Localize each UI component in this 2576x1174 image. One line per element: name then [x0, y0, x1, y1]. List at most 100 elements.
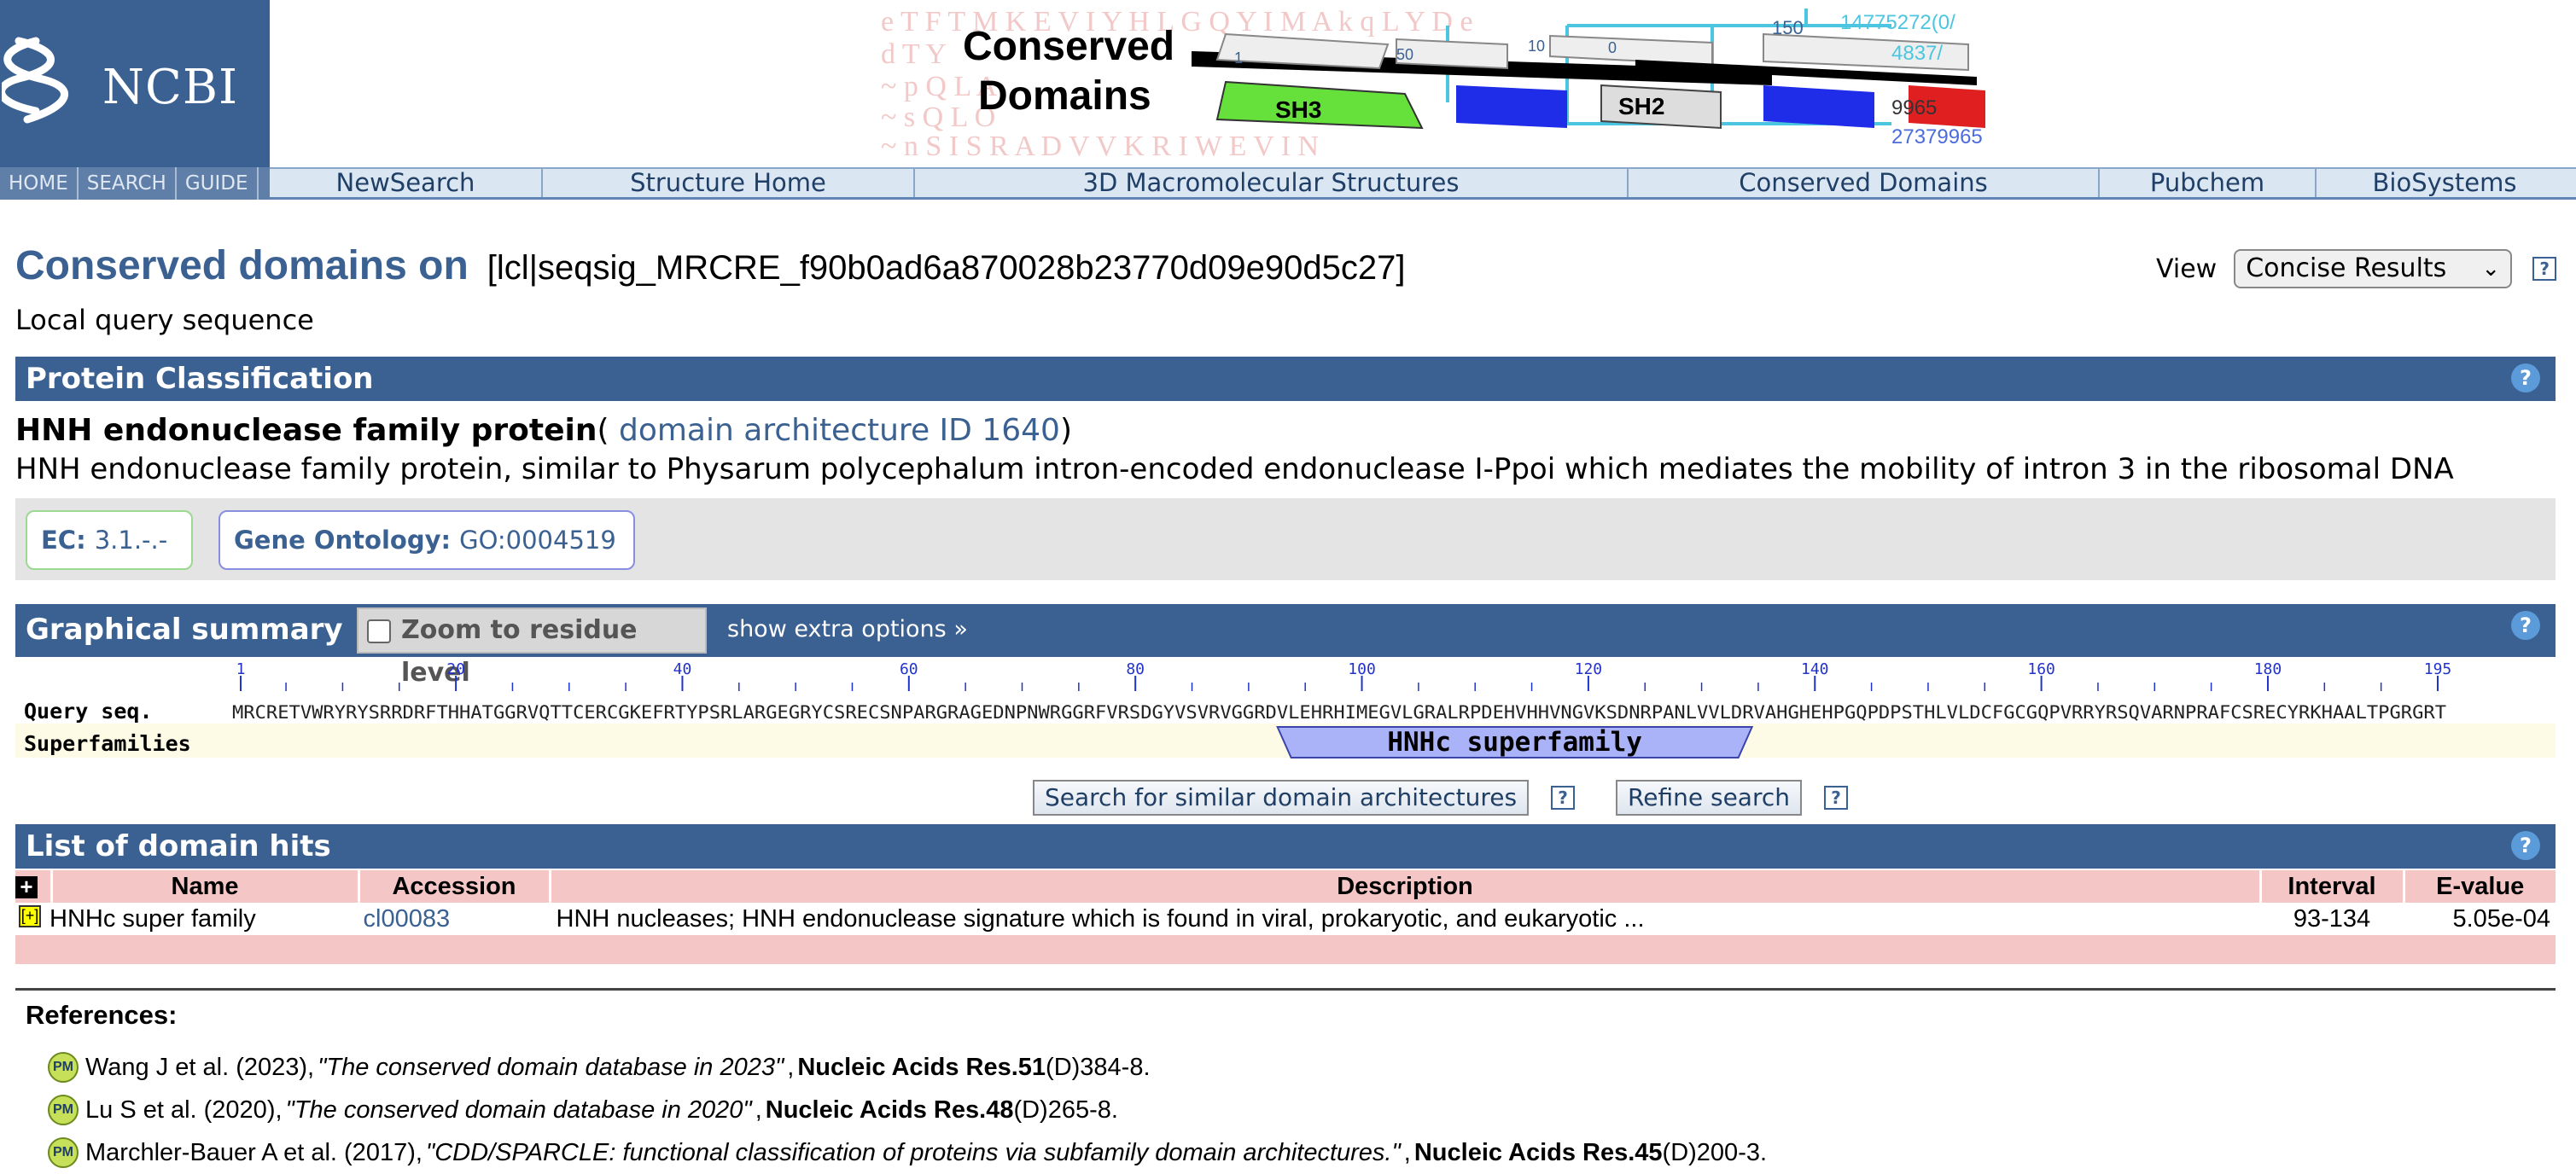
go-value: GO:0004519	[459, 526, 616, 555]
banner-ruler-50: 50	[1396, 46, 1413, 63]
ruler-tick-label: 180	[2254, 660, 2282, 678]
col-name[interactable]: Name	[50, 870, 358, 903]
view-help-icon[interactable]: ?	[2532, 257, 2557, 281]
protein-name: HNH endonuclease family protein	[15, 413, 597, 448]
ncbi-logo[interactable]: NCBI	[0, 0, 270, 167]
sh2-label: SH2	[1618, 93, 1664, 119]
nav-biosystems[interactable]: BioSystems	[2317, 169, 2573, 197]
col-description[interactable]: Description	[548, 870, 2260, 903]
ec-tag[interactable]: EC: 3.1.-.-	[26, 510, 193, 570]
banner-id-4: 27379965	[1891, 125, 1983, 148]
pubmed-icon[interactable]: PM	[48, 1052, 79, 1083]
ref-title: "CDD/SPARCLE: functional classification …	[425, 1139, 1401, 1166]
classification-tags: EC: 3.1.-.- Gene Ontology: GO:0004519	[15, 498, 2556, 580]
home-link[interactable]: HOME	[0, 167, 79, 200]
banner-title-1: Conserved	[963, 24, 1174, 69]
col-evalue[interactable]: E-value	[2402, 870, 2556, 903]
ref-pages: (D)200-3.	[1662, 1139, 1768, 1166]
expand-all-cell: +	[15, 870, 51, 903]
banner-seq-line-4: ~ n S I S R A D V V K R I W E V I N	[881, 131, 1319, 162]
banner-id-1: 14775272(0/	[1840, 11, 1955, 34]
conserved-domains-banner: e T F T M K E V I Y H L G Q Y I M A k q …	[270, 0, 2576, 167]
help-icon[interactable]: ?	[2511, 363, 2540, 392]
banner-ruler-1: 1	[1234, 49, 1243, 67]
hit-interval: 93-134	[2258, 903, 2404, 935]
pubmed-icon[interactable]: PM	[48, 1095, 79, 1125]
ref-title: "The conserved domain database in 2023"	[318, 1054, 784, 1081]
ruler-tick-label: 160	[2027, 660, 2055, 678]
col-accession[interactable]: Accession	[357, 870, 550, 903]
nav-3d-structures[interactable]: 3D Macromolecular Structures	[915, 169, 1629, 197]
ruler-tick-label: 60	[900, 660, 918, 678]
query-id: [lcl|seqsig_MRCRE_f90b0ad6a870028b23770d…	[487, 249, 1406, 287]
hnhc-superfamily-domain[interactable]: HNHc superfamily	[1276, 726, 1754, 758]
search-similar-help-icon[interactable]: ?	[1551, 786, 1576, 810]
help-icon[interactable]: ?	[2511, 831, 2540, 860]
table-row: [+] HNHc super family cl00083 HNH nucleas…	[15, 903, 2556, 935]
search-similar-button[interactable]: Search for similar domain architectures	[1033, 780, 1530, 816]
ref-pages: (D)265-8.	[1013, 1096, 1118, 1124]
expand-all-icon[interactable]: +	[15, 875, 38, 898]
ruler-tick-label: 1	[236, 660, 246, 678]
ref-journal: Nucleic Acids Res.48	[765, 1096, 1014, 1124]
help-icon[interactable]: ?	[2511, 611, 2540, 640]
protein-name-line: HNH endonuclease family protein( domain …	[15, 413, 1072, 448]
show-extra-options-link[interactable]: show extra options »	[727, 616, 968, 642]
go-tag[interactable]: Gene Ontology: GO:0004519	[219, 510, 635, 570]
ruler-tick-label: 140	[1801, 660, 1829, 678]
domain-hits-table: + Name Accession Description Interval E-…	[15, 870, 2556, 964]
hit-name: HNHc super family	[50, 904, 256, 933]
logo-text: NCBI	[102, 60, 239, 115]
nav-structure-home[interactable]: Structure Home	[543, 169, 915, 197]
reference-item: PM Marchler-Bauer A et al. (2017), "CDD/…	[48, 1131, 1767, 1174]
search-link[interactable]: SEARCH	[79, 167, 177, 200]
protein-classification-header: Protein Classification ?	[15, 357, 2556, 401]
ref-journal: Nucleic Acids Res.51	[797, 1054, 1046, 1081]
expand-row-icon[interactable]: [+]	[19, 904, 41, 927]
banner-title-2: Domains	[978, 73, 1151, 119]
ruler-tick-label: 195	[2424, 660, 2452, 678]
graphical-summary-title: Graphical summary	[26, 613, 343, 647]
ref-journal: Nucleic Acids Res.45	[1413, 1139, 1663, 1166]
page-subtitle: Local query sequence	[15, 304, 314, 336]
domain-graphic: Query seq. Superfamilies 1 20 40 60 80 100 120…	[15, 660, 2556, 758]
ref-authors: Marchler-Bauer A et al. (2017),	[85, 1139, 423, 1166]
ref-authors: Lu S et al. (2020),	[85, 1096, 283, 1124]
zoom-residue-toggle[interactable]: Zoom to residue level	[357, 607, 707, 688]
ec-value: 3.1.-.-	[94, 526, 168, 555]
divider	[15, 988, 2556, 991]
hit-accession-cell: cl00083	[357, 903, 550, 935]
dna-helix-icon	[2, 37, 68, 124]
domain-label: HNHc superfamily	[1387, 727, 1642, 758]
protein-classification-title: Protein Classification	[26, 362, 374, 396]
hit-description: HNH nucleases; HNH endonuclease signatur…	[548, 903, 2260, 935]
superfamilies-label: Superfamilies	[24, 731, 191, 756]
domain-hits-header: List of domain hits ?	[15, 824, 2556, 869]
query-seq-label: Query seq.	[24, 699, 153, 724]
page-title-row: Conserved domains on [lcl|seqsig_MRCRE_f…	[15, 242, 1405, 297]
graphical-summary-header: Graphical summary Zoom to residue level …	[15, 604, 2556, 688]
banner-ruler-150: 150	[1772, 17, 1804, 38]
col-interval[interactable]: Interval	[2258, 870, 2404, 903]
query-sequence: MRCRETVWRYRYSRRDRFTHHATGGRVQTTCERCGKEFRT…	[232, 702, 2446, 723]
sh3-label: SH3	[1275, 96, 1321, 123]
hit-accession-link[interactable]: cl00083	[364, 905, 451, 933]
chevron-down-icon: ⌄	[2481, 256, 2501, 282]
refine-search-button[interactable]: Refine search	[1616, 780, 1802, 816]
guide-link[interactable]: GUIDE	[177, 167, 259, 200]
nav-newsearch[interactable]: NewSearch	[270, 169, 543, 197]
table-footer-row	[15, 935, 2556, 964]
page-title: Conserved domains on	[15, 243, 469, 288]
nav-conserved-domains[interactable]: Conserved Domains	[1629, 169, 2100, 197]
view-select[interactable]: Concise Results ⌄	[2234, 249, 2513, 288]
ruler-tick-label: 40	[673, 660, 692, 678]
domain-architecture-link[interactable]: domain architecture ID 1640	[609, 413, 1060, 448]
zoom-checkbox[interactable]	[367, 619, 391, 643]
nav-pubchem[interactable]: Pubchem	[2100, 169, 2317, 197]
refine-help-icon[interactable]: ?	[1824, 786, 1848, 810]
references: References: PM Wang J et al. (2023), "Th…	[26, 1000, 1767, 1174]
mini-nav: HOME SEARCH GUIDE	[0, 167, 270, 200]
banner-graphic: e T F T M K E V I Y H L G Q Y I M A k q …	[881, 6, 1985, 162]
pubmed-icon[interactable]: PM	[48, 1137, 79, 1168]
ref-authors: Wang J et al. (2023),	[85, 1054, 315, 1081]
